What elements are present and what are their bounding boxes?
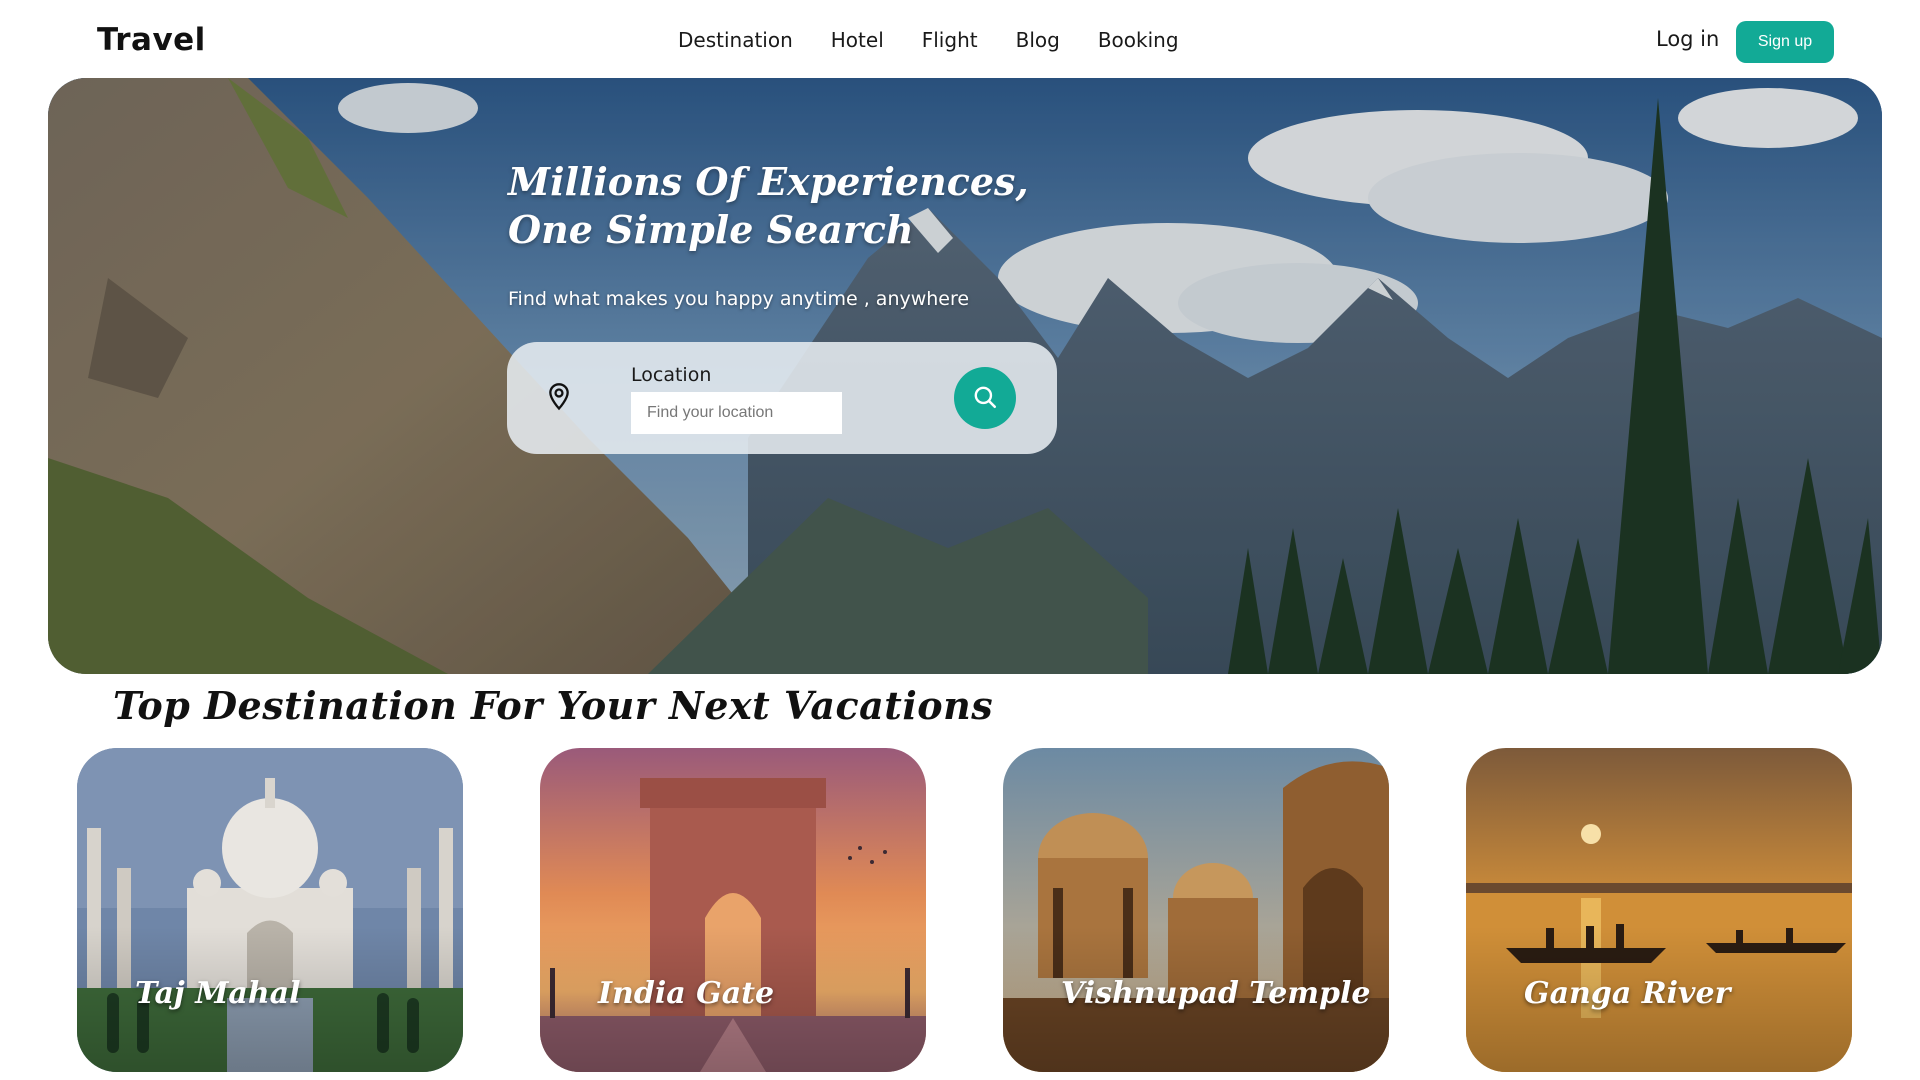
destination-card-taj-mahal[interactable]: Taj Mahal [77,748,463,1072]
hero-subtitle: Find what makes you happy anytime , anyw… [508,288,970,310]
destinations-heading: Top Destination For Your Next Vacations [113,683,994,728]
login-link[interactable]: Log in [1656,27,1719,51]
hero-title-line2: One Simple Search [508,207,914,252]
destination-name: Vishnupad Temple [1061,976,1371,1011]
search-button[interactable] [954,367,1016,429]
location-search-card: Location [507,342,1057,454]
location-label: Location [631,364,712,386]
nav-destination[interactable]: Destination [678,28,793,52]
nav-blog[interactable]: Blog [1016,28,1060,52]
destination-name: India Gate [598,976,775,1011]
location-search-input[interactable] [631,392,842,434]
search-icon [972,384,998,413]
destination-card-vishnupad-temple[interactable]: Vishnupad Temple [1003,748,1389,1072]
map-pin-icon [545,382,573,412]
hero-title-line1: Millions Of Experiences, [508,159,1029,204]
hero-title: Millions Of Experiences, One Simple Sear… [508,158,1029,254]
site-logo[interactable]: Travel [97,22,206,58]
main-nav: Destination Hotel Flight Blog Booking [678,28,1179,52]
destination-card-india-gate[interactable]: India Gate [540,748,926,1072]
nav-hotel[interactable]: Hotel [831,28,884,52]
destination-name: Ganga River [1524,976,1731,1011]
signup-button[interactable]: Sign up [1736,21,1834,63]
destination-name: Taj Mahal [135,976,301,1011]
nav-flight[interactable]: Flight [922,28,978,52]
destination-card-ganga-river[interactable]: Ganga River [1466,748,1852,1072]
hero-banner: Millions Of Experiences, One Simple Sear… [48,78,1882,674]
nav-booking[interactable]: Booking [1098,28,1179,52]
